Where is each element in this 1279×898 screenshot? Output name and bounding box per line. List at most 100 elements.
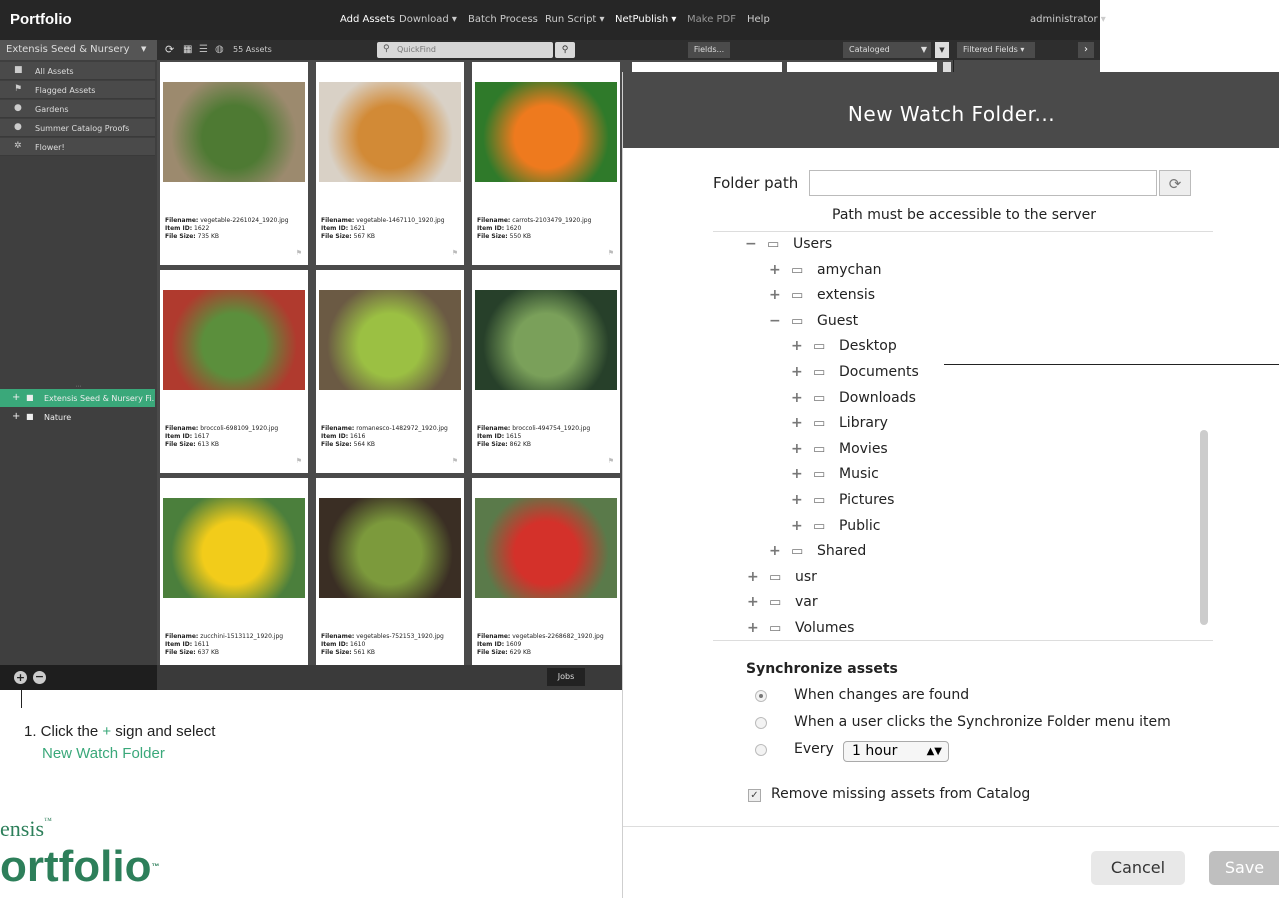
menu-make-pdf[interactable]: Make PDF bbox=[687, 14, 736, 25]
asset-tile[interactable]: Filename: broccoli-698109_1920.jpg Item I… bbox=[160, 270, 308, 473]
menu-netpublish[interactable]: NetPublish ▾ bbox=[615, 14, 676, 25]
expand-plus-icon[interactable]: + bbox=[791, 492, 813, 508]
flag-icon[interactable]: ⚑ bbox=[608, 249, 614, 257]
asset-thumbnail[interactable] bbox=[475, 82, 617, 182]
quickfind-field[interactable]: ⚲ QuickFind bbox=[377, 42, 553, 58]
sync-every-radio[interactable] bbox=[755, 744, 767, 756]
asset-tile[interactable]: Filename: romanesco-1482972_1920.jpg Item… bbox=[316, 270, 464, 473]
folder-outline-icon: ▭ bbox=[769, 569, 782, 585]
flag-icon[interactable]: ⚑ bbox=[296, 249, 302, 257]
expand-plus-icon[interactable]: + bbox=[769, 287, 791, 303]
catalog-select[interactable]: Extensis Seed & Nursery ▼ bbox=[0, 40, 157, 60]
view-options-button[interactable]: ▼ bbox=[935, 42, 949, 58]
asset-thumbnail[interactable] bbox=[475, 290, 617, 390]
tree-row-movies[interactable]: + ▭ Movies bbox=[791, 441, 888, 463]
menu-run-script[interactable]: Run Script ▾ bbox=[545, 14, 605, 25]
expand-plus-icon[interactable]: + bbox=[747, 594, 769, 610]
folder-path-input[interactable] bbox=[809, 170, 1157, 196]
collapse-minus-icon[interactable]: − bbox=[745, 236, 767, 252]
tree-row-library[interactable]: + ▭ Library bbox=[791, 415, 888, 437]
asset-thumbnail[interactable] bbox=[319, 82, 461, 182]
expand-plus-icon[interactable]: + bbox=[791, 415, 813, 431]
sync-on-menu-radio[interactable] bbox=[755, 717, 767, 729]
quickfind-search-button[interactable]: ⚲ bbox=[555, 42, 575, 58]
tree-row-public[interactable]: + ▭ Public bbox=[791, 518, 880, 540]
folder-outline-icon: ▭ bbox=[813, 467, 826, 483]
refresh-path-button[interactable]: ⟳ bbox=[1159, 170, 1191, 196]
fields-button[interactable]: Fields... bbox=[688, 42, 730, 58]
cancel-button[interactable]: Cancel bbox=[1091, 851, 1185, 885]
asset-tile[interactable]: Filename: vegetable-1467110_1920.jpg Item… bbox=[316, 62, 464, 265]
asset-thumbnail[interactable] bbox=[163, 498, 305, 598]
tree-row-extensis[interactable]: + ▭ extensis bbox=[769, 287, 875, 309]
tree-row-pictures[interactable]: + ▭ Pictures bbox=[791, 492, 894, 514]
asset-tile[interactable]: Filename: vegetable-2261024_1920.jpg Item… bbox=[160, 62, 308, 265]
expand-plus-icon[interactable]: + bbox=[791, 466, 813, 482]
tree-row-amychan[interactable]: + ▭ amychan bbox=[769, 262, 882, 284]
expand-panel-button[interactable]: › bbox=[1078, 42, 1094, 58]
remove-folder-button[interactable]: − bbox=[33, 671, 46, 684]
tree-row-users[interactable]: − ▭ Users bbox=[745, 236, 832, 258]
expand-plus-icon[interactable]: + bbox=[747, 620, 769, 636]
thumbnail-view-icon[interactable]: ▦ bbox=[183, 44, 192, 55]
add-folder-button[interactable]: + bbox=[14, 671, 27, 684]
sync-on-change-radio[interactable] bbox=[755, 690, 767, 702]
refresh-icon[interactable]: ⟳ bbox=[165, 43, 174, 56]
menu-help[interactable]: Help bbox=[747, 14, 770, 25]
sidebar-item-all-assets[interactable]: ■ All Assets bbox=[0, 62, 155, 80]
filtered-fields-button[interactable]: Filtered Fields ▾ bbox=[957, 42, 1035, 58]
tree-row-music[interactable]: + ▭ Music bbox=[791, 466, 879, 488]
folder-item-nature[interactable]: + ■ Nature bbox=[0, 408, 155, 426]
tree-row-documents[interactable]: + ▭ Documents bbox=[791, 364, 919, 386]
expand-plus-icon[interactable]: + bbox=[769, 543, 791, 559]
expand-plus-icon[interactable]: + bbox=[747, 569, 769, 585]
flag-icon[interactable]: ⚑ bbox=[608, 457, 614, 465]
expand-plus-icon[interactable]: + bbox=[769, 262, 791, 278]
menu-add-assets[interactable]: Add Assets bbox=[340, 14, 395, 25]
tree-row-usr[interactable]: + ▭ usr bbox=[747, 569, 817, 591]
flag-icon[interactable]: ⚑ bbox=[452, 249, 458, 257]
expand-plus-icon[interactable]: + bbox=[791, 338, 813, 354]
tree-row-guest[interactable]: − ▭ Guest bbox=[769, 313, 858, 335]
asset-thumbnail[interactable] bbox=[163, 82, 305, 182]
expand-plus-icon[interactable]: + bbox=[791, 364, 813, 380]
asset-tile[interactable]: Filename: carrots-2103479_1920.jpg Item I… bbox=[472, 62, 620, 265]
jobs-button[interactable]: Jobs bbox=[547, 668, 585, 686]
asset-thumbnail[interactable] bbox=[319, 498, 461, 598]
globe-icon[interactable]: ◍ bbox=[215, 44, 224, 55]
flag-icon[interactable]: ⚑ bbox=[452, 457, 458, 465]
remove-missing-checkbox[interactable]: ✓ bbox=[748, 789, 761, 802]
folder-item-extensis-seed-nursery[interactable]: + ■ Extensis Seed & Nursery Fi... bbox=[0, 389, 155, 407]
tree-row-downloads[interactable]: + ▭ Downloads bbox=[791, 390, 916, 412]
asset-thumbnail[interactable] bbox=[163, 290, 305, 390]
asset-tile[interactable]: Filename: vegetables-2268682_1920.jpg Ite… bbox=[472, 478, 620, 665]
expand-plus-icon[interactable]: + bbox=[791, 390, 813, 406]
asset-tile[interactable]: Filename: broccoli-494754_1920.jpg Item I… bbox=[472, 270, 620, 473]
sidebar-item-summer-catalog-proofs[interactable]: ● Summer Catalog Proofs bbox=[0, 119, 155, 137]
interval-select[interactable]: 1 hour ▲▼ bbox=[843, 741, 949, 762]
sidebar-item-flagged-assets[interactable]: ⚑ Flagged Assets bbox=[0, 81, 155, 99]
flag-icon[interactable]: ⚑ bbox=[296, 457, 302, 465]
menu-download[interactable]: Download ▾ bbox=[399, 14, 457, 25]
expand-plus-icon[interactable]: + bbox=[791, 518, 813, 534]
sidebar-item-flower[interactable]: ✲ Flower! bbox=[0, 138, 155, 156]
asset-tile[interactable]: Filename: vegetables-752153_1920.jpg Item… bbox=[316, 478, 464, 665]
tree-row-shared[interactable]: + ▭ Shared bbox=[769, 543, 866, 565]
asset-thumbnail[interactable] bbox=[475, 498, 617, 598]
tree-scrollbar[interactable] bbox=[1200, 430, 1208, 625]
list-view-icon[interactable]: ☰ bbox=[199, 44, 208, 55]
menu-batch-process[interactable]: Batch Process bbox=[468, 14, 538, 25]
save-button[interactable]: Save bbox=[1209, 851, 1279, 885]
asset-thumbnail[interactable] bbox=[319, 290, 461, 390]
tree-row-volumes[interactable]: + ▭ Volumes bbox=[747, 620, 854, 640]
user-menu[interactable]: administrator ▾ bbox=[1030, 14, 1106, 25]
view-select[interactable]: Cataloged ▼ bbox=[843, 42, 931, 58]
sidebar-item-gardens[interactable]: ● Gardens bbox=[0, 100, 155, 118]
expand-plus-icon[interactable]: + bbox=[12, 392, 20, 403]
collapse-minus-icon[interactable]: − bbox=[769, 313, 791, 329]
tree-row-desktop[interactable]: + ▭ Desktop bbox=[791, 338, 897, 360]
expand-plus-icon[interactable]: + bbox=[12, 411, 20, 422]
asset-tile[interactable]: Filename: zucchini-1513112_1920.jpg Item … bbox=[160, 478, 308, 665]
tree-row-var[interactable]: + ▭ var bbox=[747, 594, 818, 616]
expand-plus-icon[interactable]: + bbox=[791, 441, 813, 457]
